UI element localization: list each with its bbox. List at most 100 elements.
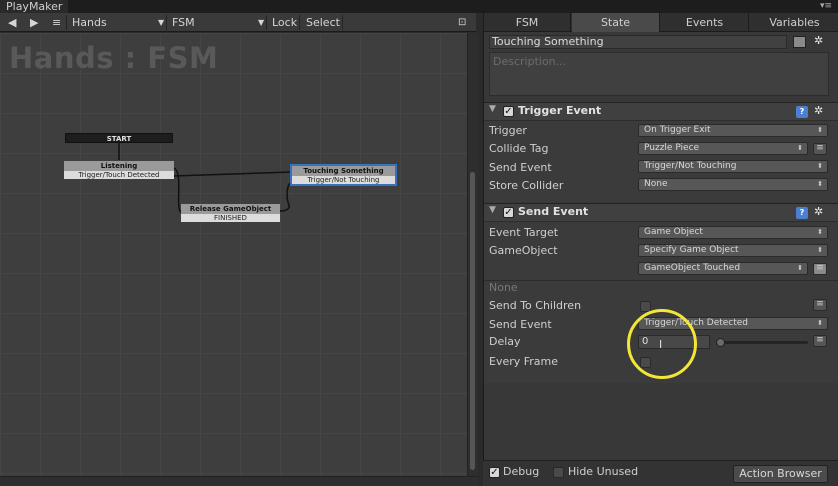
- field-label: Send Event: [489, 161, 552, 174]
- window-title[interactable]: PlayMaker: [0, 0, 69, 13]
- help-icon[interactable]: ?: [796, 106, 808, 118]
- hide-unused-checkbox[interactable]: [553, 467, 564, 478]
- state-node-release-gameobject[interactable]: Release GameObject FINISHED: [181, 204, 280, 222]
- collapse-chevron-icon[interactable]: ▼: [489, 104, 496, 114]
- tab-state[interactable]: State: [572, 13, 660, 32]
- chevron-down-icon[interactable]: ▼: [158, 13, 164, 32]
- delay-slider-handle[interactable]: [716, 338, 725, 347]
- state-node-touching-something[interactable]: Touching Something Trigger/Not Touching: [290, 164, 397, 186]
- collide-tag-dropdown[interactable]: Puzzle Piece ⬍: [638, 142, 808, 155]
- forward-arrow-icon[interactable]: ▶: [30, 13, 38, 32]
- gameobject-selector[interactable]: Hands: [72, 13, 107, 32]
- chevron-updown-icon: ⬍: [817, 162, 823, 170]
- lock-button[interactable]: Lock: [272, 13, 297, 32]
- dropdown-value: Specify Game Object: [644, 245, 739, 255]
- state-node-touching-event[interactable]: Trigger/Not Touching: [292, 176, 395, 184]
- state-node-release-event[interactable]: FINISHED: [181, 214, 280, 222]
- send-event-dropdown[interactable]: Trigger/Not Touching ⬍: [638, 160, 828, 173]
- chevron-updown-icon: ⬍: [797, 264, 803, 272]
- chevron-updown-icon: ⬍: [817, 180, 823, 188]
- state-node-start[interactable]: START: [65, 133, 173, 143]
- state-node-listening-event[interactable]: Trigger/Touch Detected: [64, 171, 174, 179]
- action-browser-button[interactable]: Action Browser: [733, 465, 828, 483]
- event-target-dropdown[interactable]: Game Object ⬍: [638, 226, 828, 239]
- variable-toggle-button[interactable]: ≡: [813, 299, 827, 311]
- chevron-updown-icon: ⬍: [797, 144, 803, 152]
- select-button[interactable]: Select: [306, 13, 340, 32]
- debug-checkbox[interactable]: ✓: [489, 467, 500, 478]
- tab-variables[interactable]: Variables: [750, 13, 838, 32]
- collapse-chevron-icon[interactable]: ▼: [489, 205, 496, 215]
- debug-label: Debug: [503, 465, 540, 478]
- fsm-selector[interactable]: FSM: [172, 13, 195, 32]
- fsm-toolbar: ◀ ▶ ≡ Hands ▼ FSM ▼ Lock Select ⊡: [0, 13, 476, 32]
- action-trigger-event: ▼ ✓ Trigger Event ? ✲ Trigger On Trigger…: [484, 102, 838, 202]
- dropdown-value: Trigger/Not Touching: [644, 161, 737, 171]
- dropdown-value: Puzzle Piece: [644, 143, 700, 153]
- minimap-icon[interactable]: ⊡: [458, 13, 466, 32]
- action-header[interactable]: ▼ ✓ Send Event ? ✲: [484, 204, 838, 222]
- chevron-updown-icon: ⬍: [817, 126, 823, 134]
- toolbar-divider: [266, 15, 267, 30]
- dropdown-value: Game Object: [644, 227, 703, 237]
- transition-listening-touching: [173, 171, 293, 177]
- inspector-tabs: FSM State Events Variables: [484, 13, 838, 32]
- state-description-field[interactable]: Description...: [489, 52, 829, 96]
- inspector-footer: ✓ Debug Hide Unused Action Browser: [483, 460, 838, 486]
- gear-icon[interactable]: ✲: [814, 104, 823, 117]
- field-label: Delay: [489, 335, 521, 348]
- hide-unused-label: Hide Unused: [568, 465, 639, 478]
- inspector-panel: FSM State Events Variables Touching Some…: [483, 13, 838, 486]
- store-collider-dropdown[interactable]: None ⬍: [638, 178, 828, 191]
- dropdown-value: On Trigger Exit: [644, 125, 711, 135]
- field-label: Store Collider: [489, 179, 564, 192]
- field-divider: [484, 280, 838, 281]
- field-label: GameObject: [489, 244, 558, 257]
- toolbar-divider: [299, 15, 300, 30]
- field-label: Collide Tag: [489, 142, 549, 155]
- state-node-touching-label: Touching Something: [292, 166, 395, 176]
- field-label: Trigger: [489, 124, 527, 137]
- chevron-updown-icon: ⬍: [817, 319, 823, 327]
- field-label: Send Event: [489, 318, 552, 331]
- state-name-field[interactable]: Touching Something: [489, 35, 787, 49]
- gear-icon[interactable]: ✲: [814, 205, 823, 218]
- back-arrow-icon[interactable]: ◀: [8, 13, 16, 32]
- variable-toggle-button[interactable]: ≡: [813, 335, 827, 347]
- action-enabled-checkbox[interactable]: ✓: [503, 106, 514, 117]
- transition-lines: [118, 143, 293, 214]
- chevron-down-icon[interactable]: ▼: [258, 13, 264, 32]
- field-label: Event Target: [489, 226, 559, 239]
- canvas-horizontal-scrollbar[interactable]: [0, 476, 478, 486]
- chevron-updown-icon: ⬍: [817, 246, 823, 254]
- canvas-vertical-scroll-thumb[interactable]: [470, 172, 475, 470]
- state-node-listening-label: Listening: [64, 161, 174, 171]
- delay-slider-track[interactable]: [716, 341, 808, 344]
- gameobject-option-dropdown[interactable]: Specify Game Object ⬍: [638, 244, 828, 257]
- variable-toggle-button[interactable]: ≡: [813, 263, 827, 275]
- window-titlebar: PlayMaker ▾≡: [0, 0, 838, 13]
- state-node-start-label: START: [65, 133, 173, 143]
- toolbar-divider: [342, 15, 343, 30]
- action-enabled-checkbox[interactable]: ✓: [503, 207, 514, 218]
- none-field[interactable]: None: [489, 281, 518, 294]
- window-menu-icon[interactable]: ▾≡: [820, 1, 832, 11]
- cursor-highlight-ring: [627, 309, 697, 379]
- gear-icon[interactable]: ✲: [814, 34, 823, 47]
- action-title: Send Event: [518, 205, 589, 218]
- gameobject-variable-dropdown[interactable]: GameObject Touched ⬍: [638, 262, 808, 275]
- trigger-dropdown[interactable]: On Trigger Exit ⬍: [638, 124, 828, 137]
- fsm-graph-canvas[interactable]: Hands : FSM START Listening Trigger/Touc…: [0, 33, 476, 486]
- variable-toggle-button[interactable]: ≡: [813, 143, 827, 155]
- menu-icon[interactable]: ≡: [52, 13, 61, 32]
- chevron-updown-icon: ⬍: [817, 228, 823, 236]
- action-title: Trigger Event: [518, 104, 602, 117]
- toolbar-divider: [166, 15, 167, 30]
- action-header[interactable]: ▼ ✓ Trigger Event ? ✲: [484, 103, 838, 121]
- tab-fsm[interactable]: FSM: [484, 13, 571, 32]
- field-label: Every Frame: [489, 355, 559, 368]
- state-color-swatch[interactable]: [793, 36, 806, 48]
- help-icon[interactable]: ?: [796, 207, 808, 219]
- state-node-listening[interactable]: Listening Trigger/Touch Detected: [64, 161, 174, 179]
- tab-events[interactable]: Events: [661, 13, 749, 32]
